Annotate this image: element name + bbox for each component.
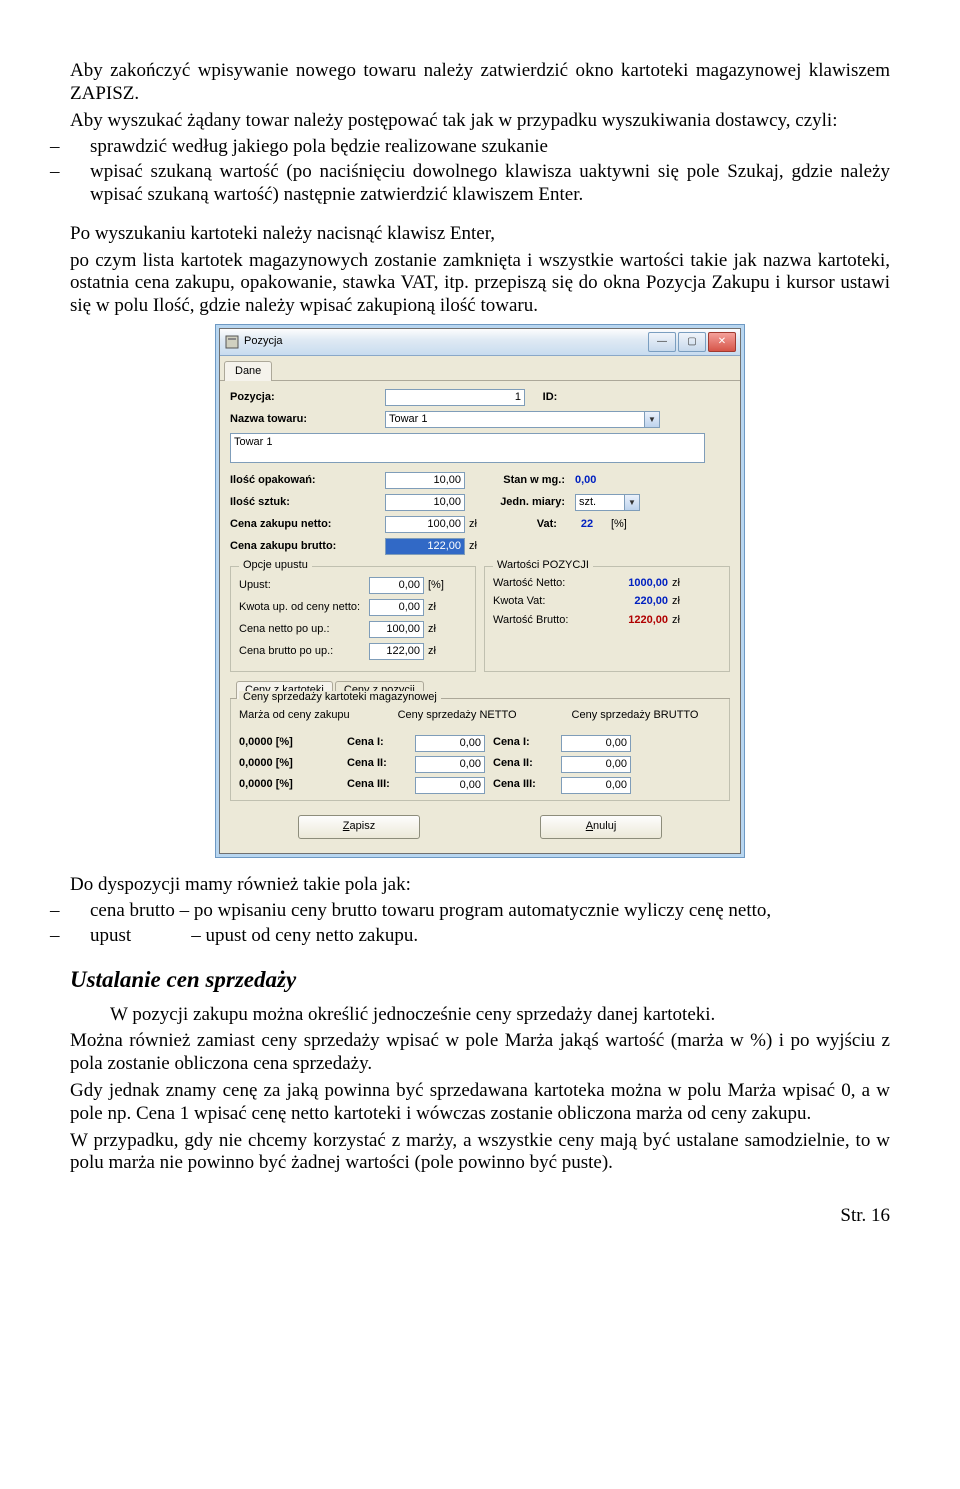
cena3-netto[interactable]: 0,00	[415, 777, 485, 794]
unit-zl: zł	[469, 540, 477, 553]
cn-po-field[interactable]: 100,00	[369, 621, 424, 638]
group-wartosci-pozycji: Wartości POZYCJI Wartość Netto:1000,00zł…	[484, 566, 730, 672]
cena-netto-field[interactable]: 100,00	[385, 516, 465, 533]
label-kv: Kwota Vat:	[493, 595, 588, 608]
hdr-netto: Ceny sprzedaży NETTO	[371, 709, 543, 722]
paragraph: Po wyszukaniu kartoteki należy nacisnąć …	[70, 223, 890, 246]
pozycja-field[interactable]: 1	[385, 389, 525, 406]
list-item: –cena brutto – po wpisaniu ceny brutto t…	[90, 900, 890, 923]
unit-zl: zł	[672, 595, 680, 608]
paragraph: Do dyspozycji mamy również takie pola ja…	[70, 874, 890, 897]
label-stan: Stan w mg.:	[465, 474, 575, 487]
wn-value: 1000,00	[588, 577, 668, 590]
unit-zl: zł	[672, 614, 680, 627]
label-wn: Wartość Netto:	[493, 577, 588, 590]
tab-strip: Dane	[220, 356, 740, 381]
label-wb: Wartość Brutto:	[493, 614, 588, 627]
hdr-marza: Marża od ceny zakupu	[239, 709, 365, 722]
marza-2: 0,0000 [%]	[239, 757, 339, 770]
wb-value: 1220,00	[588, 614, 668, 627]
label-kwota-up: Kwota up. od ceny netto:	[239, 601, 369, 614]
cena2-netto[interactable]: 0,00	[415, 756, 485, 773]
ilosc-sztuk-field[interactable]: 10,00	[385, 494, 465, 511]
hdr-brutto: Ceny sprzedaży BRUTTO	[549, 709, 721, 722]
paragraph: Aby wyszukać żądany towar należy postępo…	[70, 110, 890, 133]
label-ilosc-sztuk: Ilość sztuk:	[230, 496, 385, 509]
paragraph: po czym lista kartotek magazynowych zost…	[70, 250, 890, 318]
marza-1: 0,0000 [%]	[239, 736, 339, 749]
group-title-ceny: Ceny sprzedaży kartoteki magazynowej	[239, 691, 441, 704]
kwota-up-field[interactable]: 0,00	[369, 599, 424, 616]
label-upust: Upust:	[239, 579, 369, 592]
group-title-wartosci: Wartości POZYCJI	[493, 559, 593, 572]
unit-pct: [%]	[428, 579, 444, 592]
unit-zl: zł	[428, 645, 436, 658]
label-jedn: Jedn. miary:	[465, 496, 575, 509]
upust-field[interactable]: 0,00	[369, 577, 424, 594]
jedn-dropdown-icon[interactable]: ▼	[625, 494, 640, 511]
cena-brutto-field[interactable]: 122,00	[385, 538, 465, 555]
unit-zl: zł	[672, 577, 680, 590]
label-pozycja: Pozycja:	[230, 391, 385, 404]
lbl-cena2-b: Cena II:	[493, 757, 553, 770]
anuluj-button[interactable]: Anuluj	[540, 815, 662, 839]
maximize-button[interactable]: ▢	[678, 332, 706, 352]
label-cn-po: Cena netto po up.:	[239, 623, 369, 636]
lbl-cena3-n: Cena III:	[347, 778, 407, 791]
app-icon	[224, 334, 240, 350]
tab-dane[interactable]: Dane	[224, 361, 272, 381]
cena2-brutto[interactable]: 0,00	[561, 756, 631, 773]
unit-zl: zł	[469, 518, 477, 531]
unit-zl: zł	[428, 601, 436, 614]
close-button[interactable]: ✕	[708, 332, 736, 352]
towar-list[interactable]: Towar 1	[230, 433, 705, 463]
paragraph: Można również zamiast ceny sprzedaży wpi…	[70, 1030, 890, 1076]
nazwa-dropdown-icon[interactable]: ▼	[645, 411, 660, 428]
label-cena-netto: Cena zakupu netto:	[230, 518, 385, 531]
list-item: –upust– upust od ceny netto zakupu.	[90, 925, 890, 948]
lbl-cena2-n: Cena II:	[347, 757, 407, 770]
marza-3: 0,0000 [%]	[239, 778, 339, 791]
cena1-netto[interactable]: 0,00	[415, 735, 485, 752]
lbl-cena1-b: Cena I:	[493, 736, 553, 749]
ilosc-opakowan-field[interactable]: 10,00	[385, 472, 465, 489]
nazwa-field[interactable]: Towar 1	[385, 411, 645, 428]
vat-value: 22	[567, 518, 607, 531]
paragraph: Gdy jednak znamy cenę za jaką powinna by…	[70, 1080, 890, 1126]
group-ceny-sprzedazy: Ceny sprzedaży kartoteki magazynowej Mar…	[230, 699, 730, 800]
group-opcje-upustu: Opcje upustu Upust:0,00[%] Kwota up. od …	[230, 566, 476, 672]
pozycja-dialog: Pozycja — ▢ ✕ Dane Pozycja: 1 ID: Nazwa …	[219, 328, 741, 854]
label-nazwa: Nazwa towaru:	[230, 413, 385, 426]
window-title: Pozycja	[244, 335, 283, 348]
page-number: Str. 16	[70, 1205, 890, 1228]
cb-po-field[interactable]: 122,00	[369, 643, 424, 660]
kv-value: 220,00	[588, 595, 668, 608]
unit-zl: zł	[428, 623, 436, 636]
zapisz-button[interactable]: Zapisz	[298, 815, 420, 839]
group-title-opcje: Opcje upustu	[239, 559, 312, 572]
label-vat: Vat:	[477, 518, 567, 531]
paragraph: W przypadku, gdy nie chcemy korzystać z …	[70, 1130, 890, 1176]
lbl-cena3-b: Cena III:	[493, 778, 553, 791]
stan-value: 0,00	[575, 474, 596, 487]
label-ilosc-opakowan: Ilość opakowań:	[230, 474, 385, 487]
label-cb-po: Cena brutto po up.:	[239, 645, 369, 658]
cena3-brutto[interactable]: 0,00	[561, 777, 631, 794]
list-item: –wpisać szukaną wartość (po naciśnięciu …	[90, 161, 890, 207]
label-cena-brutto: Cena zakupu brutto:	[230, 540, 385, 553]
minimize-button[interactable]: —	[648, 332, 676, 352]
paragraph: W pozycji zakupu można określić jednocze…	[70, 1004, 890, 1027]
cena1-brutto[interactable]: 0,00	[561, 735, 631, 752]
list-item: –sprawdzić według jakiego pola będzie re…	[90, 136, 890, 159]
jedn-field[interactable]: szt.	[575, 494, 625, 511]
paragraph: Aby zakończyć wpisywanie nowego towaru n…	[70, 60, 890, 106]
titlebar: Pozycja — ▢ ✕	[220, 329, 740, 356]
label-id: ID:	[525, 391, 585, 404]
unit-pct: [%]	[611, 518, 627, 531]
heading-ustalanie: Ustalanie cen sprzedaży	[70, 966, 890, 994]
lbl-cena1-n: Cena I:	[347, 736, 407, 749]
